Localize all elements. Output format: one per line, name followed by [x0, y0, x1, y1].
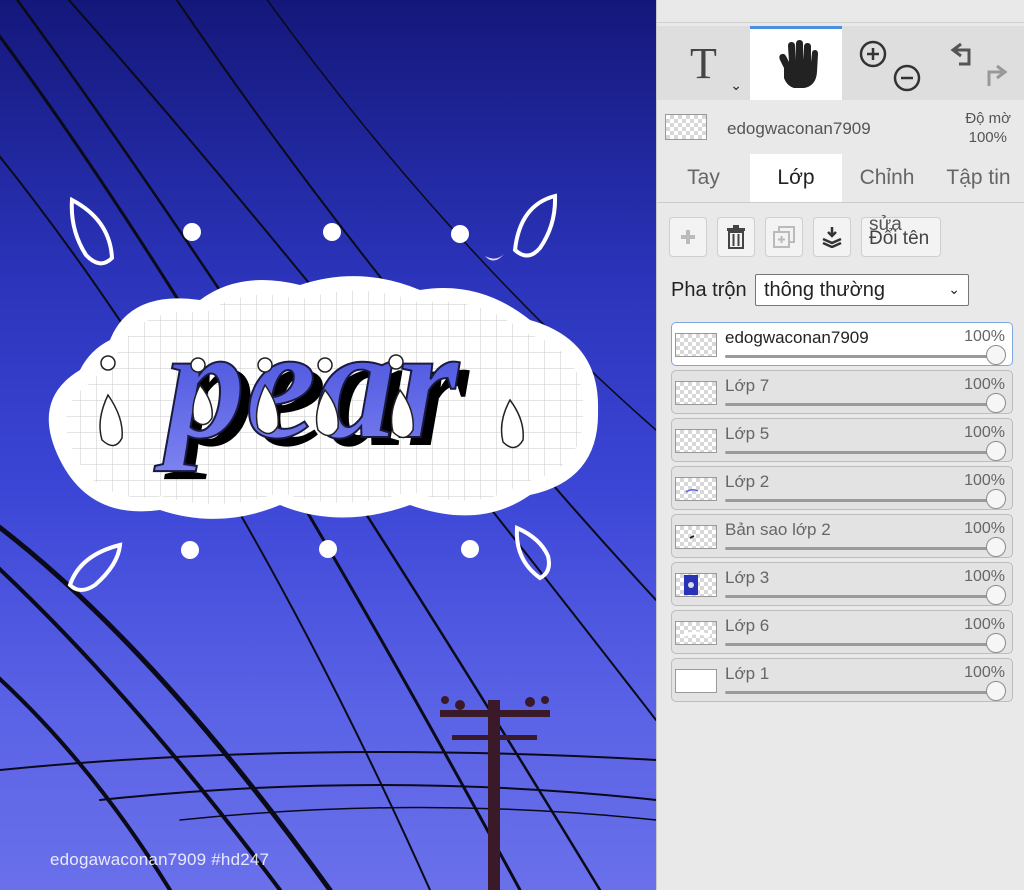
- layer-item[interactable]: Lớp 5 100%: [671, 418, 1013, 462]
- plus-icon: [681, 230, 695, 244]
- layer-item[interactable]: Lớp 3 100%: [671, 562, 1013, 606]
- layer-list: edogwaconan7909 100% Lớp 7 100% Lớp 5 10…: [671, 322, 1013, 706]
- opacity-slider-handle[interactable]: [986, 441, 1006, 461]
- layer-thumbnail: [675, 381, 717, 405]
- current-layer-name: edogwaconan7909: [727, 119, 871, 138]
- layer-thumbnail: [675, 333, 717, 357]
- blend-mode-row: Pha trộn thông thường ⌄: [671, 274, 1011, 308]
- opacity-slider-handle[interactable]: [986, 681, 1006, 701]
- rename-label: Đổi tên: [869, 228, 930, 249]
- layer-opacity: 100%: [964, 520, 1005, 537]
- duplicate-icon: [773, 226, 795, 248]
- opacity-slider-track[interactable]: [725, 643, 994, 646]
- layer-thumbnail: [675, 669, 717, 693]
- merge-down-button[interactable]: [813, 217, 851, 257]
- opacity-label: Độ mờ: [965, 110, 1011, 127]
- opacity-slider-handle[interactable]: [986, 393, 1006, 413]
- layer-thumbnail: [675, 621, 717, 645]
- text-tool-button[interactable]: T ⌄: [657, 26, 750, 100]
- layer-opacity: 100%: [964, 568, 1005, 585]
- layer-thumbnail: [675, 477, 717, 501]
- opacity-slider-track[interactable]: [725, 451, 994, 454]
- trash-icon: [727, 225, 745, 249]
- opacity-slider-handle[interactable]: [986, 537, 1006, 557]
- tool-row: T ⌄: [657, 26, 1024, 100]
- layer-item[interactable]: Bản sao lớp 2 100%: [671, 514, 1013, 558]
- tab-tay[interactable]: Tay: [657, 154, 750, 202]
- zoom-out-icon[interactable]: [893, 64, 921, 92]
- opacity-slider-track[interactable]: [725, 355, 994, 358]
- delete-layer-button[interactable]: [717, 217, 755, 257]
- layer-thumbnail: [675, 429, 717, 453]
- undo-icon[interactable]: [950, 42, 970, 66]
- layer-name: Lớp 2: [725, 472, 770, 491]
- top-strip: [657, 0, 1024, 23]
- blend-mode-label: Pha trộn: [671, 279, 747, 301]
- layer-opacity: 100%: [964, 616, 1005, 633]
- artwork-text: pear: [153, 294, 460, 472]
- text-tool-label: T: [690, 38, 717, 88]
- layer-item[interactable]: Lớp 6 100%: [671, 610, 1013, 654]
- layer-opacity: 100%: [964, 376, 1005, 393]
- layer-name: Bản sao lớp 2: [725, 520, 831, 539]
- chevron-down-icon: ⌄: [948, 282, 960, 298]
- layer-name: Lớp 7: [725, 376, 770, 395]
- opacity-value[interactable]: 100%: [969, 129, 1007, 146]
- drawing-canvas[interactable]: pear pear edogawaconan7909 #hd247: [0, 0, 656, 890]
- rename-layer-button[interactable]: sửa Đổi tên: [861, 214, 941, 257]
- layer-opacity: 100%: [964, 472, 1005, 489]
- tab-tap-tin[interactable]: Tập tin: [932, 154, 1024, 202]
- opacity-slider-track[interactable]: [725, 499, 994, 502]
- add-layer-button[interactable]: [669, 217, 707, 257]
- layer-opacity: 100%: [964, 424, 1005, 441]
- opacity-slider-handle[interactable]: [986, 345, 1006, 365]
- layer-opacity: 100%: [964, 328, 1005, 345]
- opacity-slider-track[interactable]: [725, 547, 994, 550]
- redo-icon[interactable]: [987, 64, 1007, 86]
- layer-thumbnail: [665, 114, 707, 140]
- layer-name: Lớp 6: [725, 616, 770, 635]
- blend-mode-value: thông thường: [764, 279, 886, 301]
- layer-opacity: 100%: [964, 664, 1005, 681]
- layer-actions: sửa Đổi tên: [669, 214, 1019, 259]
- tab-chinh[interactable]: Chỉnh: [842, 154, 932, 202]
- opacity-slider-track[interactable]: [725, 595, 994, 598]
- layer-thumbnail: [675, 573, 717, 597]
- chevron-down-icon[interactable]: ⌄: [730, 78, 742, 94]
- hand-icon: [779, 39, 818, 88]
- layer-name: Lớp 1: [725, 664, 770, 683]
- duplicate-layer-button[interactable]: [765, 217, 803, 257]
- layer-item[interactable]: Lớp 2 100%: [671, 466, 1013, 510]
- merge-down-icon: [822, 227, 842, 248]
- current-layer-header: edogwaconan7909 Độ mờ 100%: [657, 104, 1024, 152]
- panel-tabs: Tay Lớp Chỉnh Tập tin: [657, 154, 1024, 203]
- hand-tool-button[interactable]: [750, 26, 842, 100]
- side-panel: T ⌄ edogwaconan7909 Độ mờ 100% Tay Lớp C…: [656, 0, 1024, 890]
- zoom-tools: [842, 26, 932, 100]
- layer-item[interactable]: Lớp 1 100%: [671, 658, 1013, 702]
- opacity-slider-handle[interactable]: [986, 489, 1006, 509]
- layer-thumbnail: [675, 525, 717, 549]
- history-tools: [932, 26, 1024, 100]
- canvas-artwork: pear pear: [0, 0, 656, 890]
- watermark-text: edogawaconan7909 #hd247: [50, 850, 270, 869]
- layer-name: Lớp 3: [725, 568, 770, 587]
- opacity-slider-track[interactable]: [725, 403, 994, 406]
- layer-name: edogwaconan7909: [725, 328, 869, 347]
- layer-item[interactable]: edogwaconan7909 100%: [671, 322, 1013, 366]
- opacity-slider-handle[interactable]: [986, 633, 1006, 653]
- opacity-slider-handle[interactable]: [986, 585, 1006, 605]
- layer-name: Lớp 5: [725, 424, 770, 443]
- zoom-in-icon[interactable]: [859, 40, 887, 68]
- blend-mode-select[interactable]: thông thường ⌄: [755, 274, 969, 306]
- tab-lop[interactable]: Lớp: [750, 154, 842, 202]
- opacity-slider-track[interactable]: [725, 691, 994, 694]
- layer-item[interactable]: Lớp 7 100%: [671, 370, 1013, 414]
